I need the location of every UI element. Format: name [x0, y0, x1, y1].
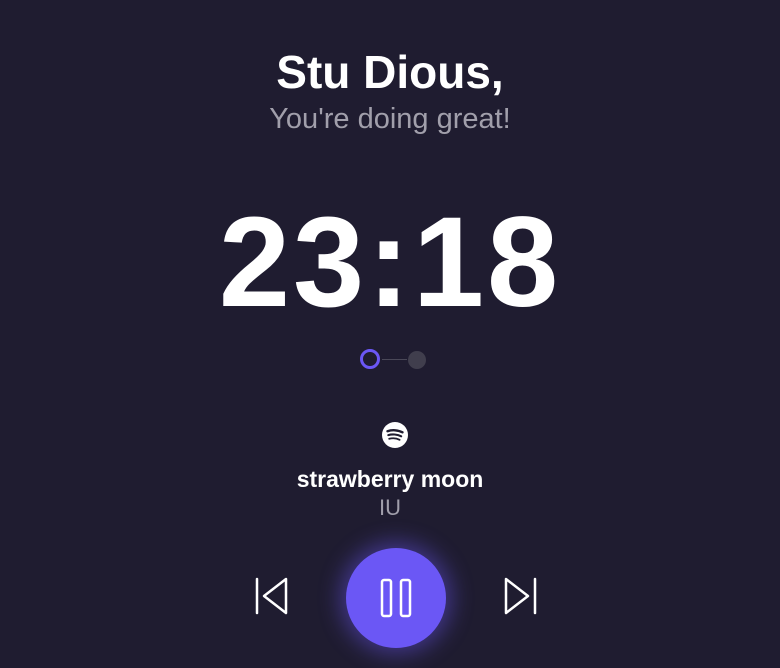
pause-icon	[380, 578, 412, 618]
pause-button[interactable]	[346, 548, 446, 648]
spotify-icon[interactable]	[381, 421, 409, 449]
track-artist: IU	[379, 495, 401, 520]
skip-previous-icon	[255, 577, 288, 615]
track-title: strawberry moon	[296, 466, 484, 492]
session-step-current	[360, 349, 380, 369]
session-step-next	[408, 351, 426, 369]
previous-track-button[interactable]	[252, 576, 290, 616]
session-step-connector	[382, 359, 407, 360]
skip-next-icon	[504, 577, 537, 615]
pomodoro-screen: Stu Dious, You're doing great! 23:18 str…	[0, 0, 780, 668]
session-progress	[359, 347, 429, 375]
next-track-button[interactable]	[502, 576, 540, 616]
greeting-name: Stu Dious,	[276, 46, 504, 98]
timer-display: 23:18	[218, 191, 562, 334]
greeting-message: You're doing great!	[269, 103, 511, 135]
